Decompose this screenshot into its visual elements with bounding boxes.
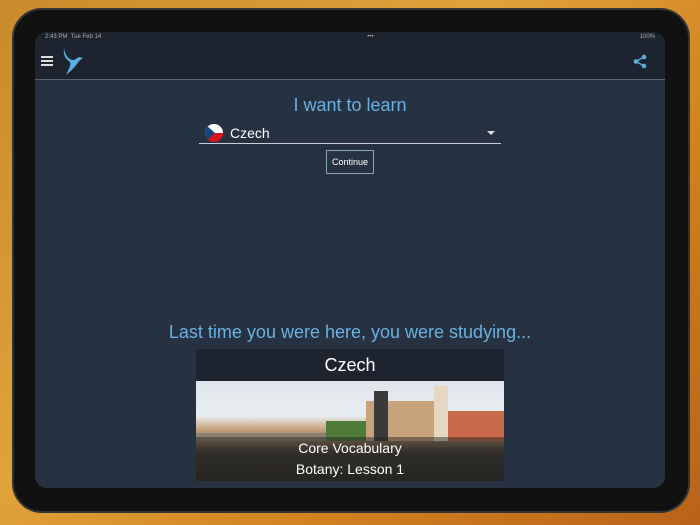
selected-language: Czech (230, 124, 270, 141)
recent-heading: Last time you were here, you were studyi… (168, 322, 532, 342)
app-screen: 2:43 PM Tue Feb 14 ••• 100% I want to le… (35, 32, 665, 488)
prague-photo: Core Vocabulary Botany: Lesson 1 (196, 381, 504, 481)
hamburger-icon[interactable] (41, 55, 53, 66)
chevron-down-icon (487, 131, 495, 135)
bird-logo-icon[interactable] (61, 46, 85, 76)
course-name: Core Vocabulary (298, 440, 402, 456)
czech-flag-icon (205, 123, 223, 142)
learn-title: I want to learn (293, 95, 407, 115)
status-date: Tue Feb 14 (70, 34, 102, 40)
status-time: 2:43 PM (45, 34, 68, 40)
language-select[interactable]: Czech (199, 122, 501, 144)
app-header (35, 42, 665, 80)
share-icon[interactable] (633, 54, 647, 69)
lesson-name: Botany: Lesson 1 (295, 461, 405, 477)
card-title: Czech (324, 355, 376, 375)
multitask-dots-icon[interactable]: ••• (367, 34, 373, 40)
continue-button[interactable]: Continue (325, 150, 375, 174)
status-bar: 2:43 PM Tue Feb 14 ••• 100% (35, 32, 665, 42)
course-info: Core Vocabulary Botany: Lesson 1 (196, 437, 504, 481)
recent-course-card[interactable]: Czech Core Vocabulary Botany: Lesson 1 (196, 349, 504, 481)
battery-level: 100% (639, 34, 655, 40)
